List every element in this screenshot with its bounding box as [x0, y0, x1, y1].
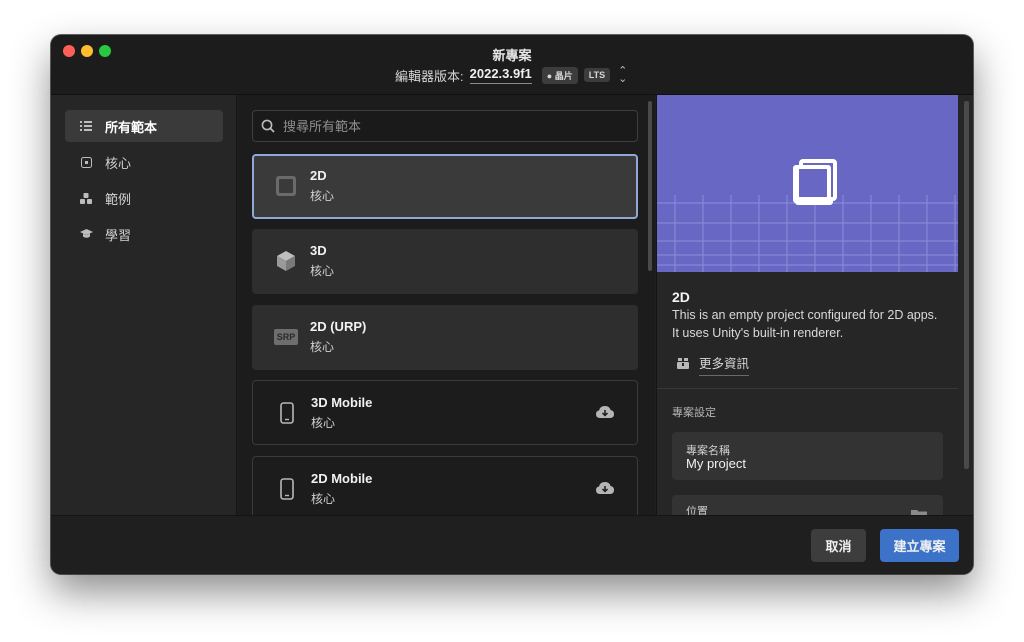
editor-version-label: 編輯器版本: [395, 68, 464, 84]
editor-version-selector[interactable]: 編輯器版本: 2022.3.9f1 ● 晶片 LTS ⌃ ⌄ [395, 65, 627, 85]
2d-square-icon [274, 174, 298, 198]
template-subtitle: 核心 [310, 340, 335, 354]
chevron-up-down-icon[interactable]: ⌃ ⌄ [618, 66, 627, 85]
sidebar-item-all-templates[interactable]: 所有範本 [65, 110, 223, 142]
template-title: 2D [310, 168, 327, 183]
list-icon [79, 119, 93, 133]
template-card-3d[interactable]: 3D 核心 [252, 229, 638, 294]
template-title: 2D Mobile [311, 471, 373, 486]
create-project-button[interactable]: 建立專案 [880, 529, 959, 562]
new-project-window: 新專案 編輯器版本: 2022.3.9f1 ● 晶片 LTS ⌃ ⌄ 所有範本 核… [51, 35, 973, 574]
template-preview-image [657, 95, 958, 272]
template-card-2d[interactable]: 2D 核心 [252, 154, 638, 219]
cloud-download-icon[interactable] [595, 404, 615, 420]
sidebar: 所有範本 核心 範例 學習 [51, 95, 237, 515]
core-icon [79, 155, 93, 169]
footer-bar: 取消 建立專案 [51, 515, 973, 574]
sidebar-item-label: 學習 [105, 227, 132, 243]
apple-icon: ● [546, 70, 553, 81]
title-bar: 新專案 編輯器版本: 2022.3.9f1 ● 晶片 LTS ⌃ ⌄ [51, 35, 973, 95]
2d-square-icon [793, 159, 837, 205]
detail-scrollbar[interactable] [964, 101, 969, 469]
detail-title: 2D [672, 289, 690, 305]
more-info-link[interactable]: 更多資訊 [677, 353, 750, 376]
template-subtitle: 核心 [310, 264, 335, 278]
sidebar-item-label: 核心 [105, 155, 132, 171]
project-name-field[interactable]: 專案名稱 My project [672, 432, 943, 480]
search-box[interactable] [252, 110, 638, 142]
cancel-button[interactable]: 取消 [811, 529, 866, 562]
srp-icon-label: SRP [273, 329, 299, 345]
window-title: 新專案 [492, 48, 532, 63]
lts-badge: LTS [583, 68, 611, 82]
apple-silicon-badge: ● 晶片 [541, 66, 578, 84]
template-subtitle: 核心 [311, 416, 336, 430]
sidebar-item-samples[interactable]: 範例 [65, 182, 223, 214]
template-title: 3D Mobile [311, 395, 373, 410]
template-card-3d-mobile[interactable]: 3D Mobile 核心 [252, 380, 638, 445]
detail-description: This is an empty project configured for … [672, 308, 938, 340]
editor-version-value[interactable]: 2022.3.9f1 [469, 66, 532, 84]
project-settings-heading: 專案設定 [672, 407, 716, 419]
cloud-download-icon[interactable] [595, 480, 615, 496]
template-list-pane: 2D 核心 3D 核心 SRP 2D (URP) 核心 3D Mobile 核心 [238, 95, 655, 521]
mobile-icon [275, 401, 299, 425]
divider [657, 388, 958, 389]
samples-icon [79, 191, 93, 205]
template-subtitle: 核心 [311, 492, 336, 506]
template-list-scrollbar[interactable] [648, 101, 652, 271]
template-card-2d-urp[interactable]: SRP 2D (URP) 核心 [252, 305, 638, 370]
template-title: 2D (URP) [310, 319, 367, 334]
template-card-2d-mobile[interactable]: 2D Mobile 核心 [252, 456, 638, 521]
template-detail-pane: 2D This is an empty project configured f… [656, 95, 973, 543]
chip-badge-label: 晶片 [554, 70, 573, 81]
3d-cube-icon [274, 249, 298, 273]
sidebar-item-label: 所有範本 [105, 119, 158, 135]
template-subtitle: 核心 [310, 189, 335, 203]
mobile-icon [275, 477, 299, 501]
srp-icon: SRP [273, 325, 299, 349]
more-info-label: 更多資訊 [699, 353, 750, 376]
package-icon [677, 356, 689, 374]
search-input[interactable] [283, 118, 623, 134]
sidebar-item-label: 範例 [105, 191, 132, 207]
template-title: 3D [310, 243, 327, 258]
project-name-input[interactable]: My project [686, 456, 746, 471]
search-icon [261, 119, 275, 133]
sidebar-item-core[interactable]: 核心 [65, 146, 223, 178]
sidebar-item-learn[interactable]: 學習 [65, 218, 223, 250]
graduation-cap-icon [79, 227, 93, 241]
